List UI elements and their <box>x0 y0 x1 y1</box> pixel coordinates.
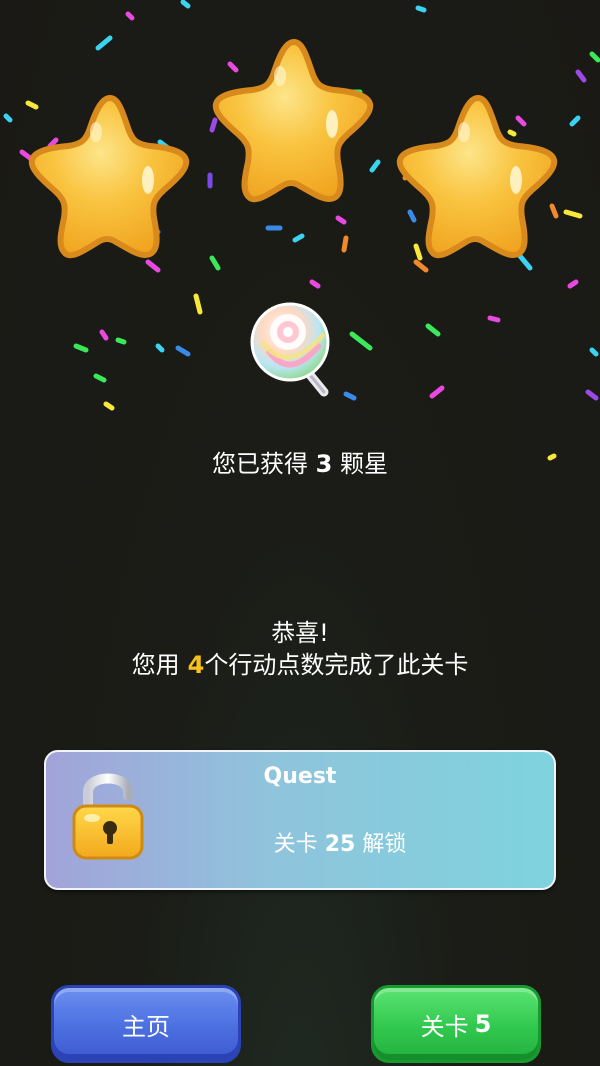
quest-unlock-level: 25 <box>324 832 356 857</box>
quest-title: Quest <box>263 764 337 789</box>
next-level-button[interactable]: 关卡 5 <box>371 985 541 1063</box>
star-rating <box>0 0 600 280</box>
lollipop-icon <box>250 302 330 397</box>
congrats-title: 恭喜! <box>271 619 329 647</box>
quest-unlock-suffix: 解锁 <box>362 832 407 857</box>
stars-earned-text: 您已获得 3 颗星 <box>0 444 600 479</box>
next-level-label: 关卡 <box>420 1012 469 1041</box>
congrats-line-suffix: 个行动点数完成了此关卡 <box>204 651 469 679</box>
quest-unlock-prefix: 关卡 <box>273 832 318 857</box>
star-icon <box>216 42 371 199</box>
star-icon <box>400 98 555 255</box>
stars-earned-prefix: 您已获得 <box>212 450 308 478</box>
star-icon <box>32 98 187 255</box>
home-button-label: 主页 <box>122 1012 170 1041</box>
stars-earned-count: 3 <box>315 450 333 478</box>
next-level-number: 5 <box>474 1010 492 1038</box>
congrats-message: 恭喜! 您用 4个行动点数完成了此关卡 <box>0 617 600 681</box>
quest-panel: Quest 关卡 25 解锁 <box>44 750 556 890</box>
quest-unlock-text: 关卡 25 解锁 <box>126 826 554 858</box>
home-button[interactable]: 主页 <box>51 985 241 1063</box>
stars-earned-suffix: 颗星 <box>339 450 388 478</box>
congrats-line: 您用 4个行动点数完成了此关卡 <box>0 649 600 681</box>
congrats-line-prefix: 您用 <box>131 651 180 679</box>
moves-count: 4 <box>187 651 205 679</box>
